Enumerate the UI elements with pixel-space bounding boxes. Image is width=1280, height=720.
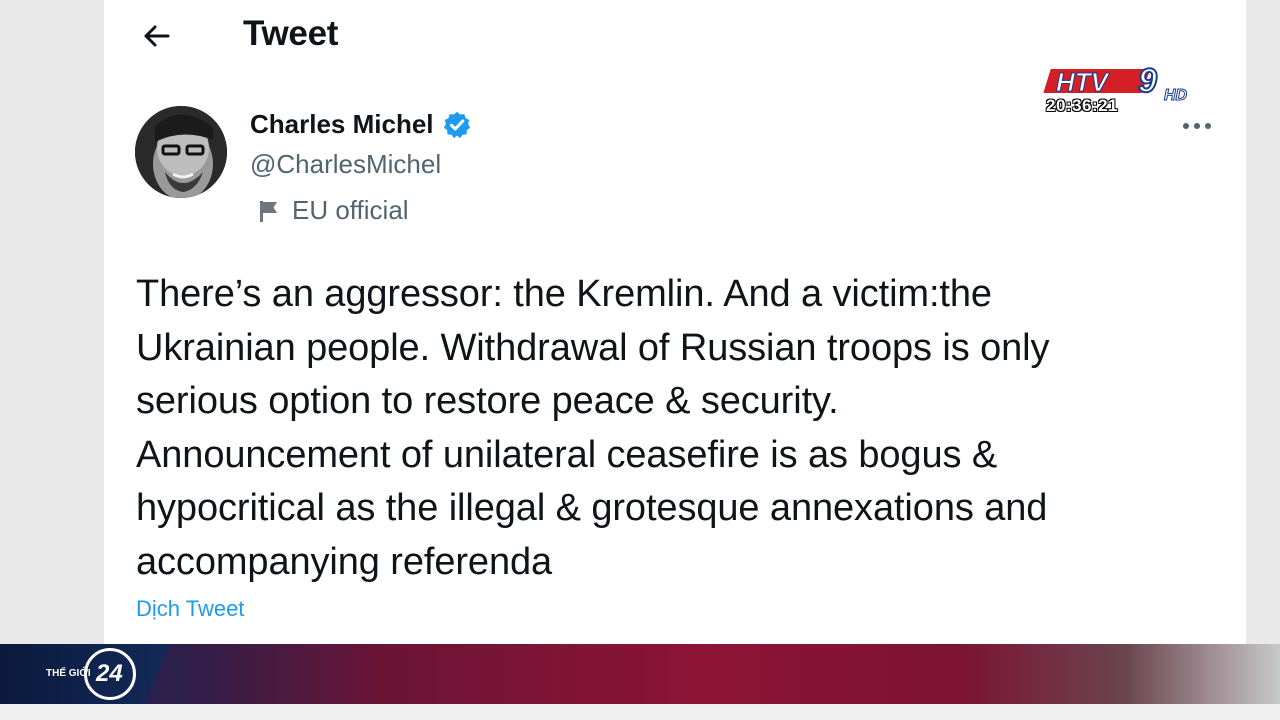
affiliation-text: EU official [292, 195, 409, 225]
author-handle[interactable]: @CharlesMichel [250, 149, 441, 180]
tweet-text: There’s an aggressor: the Kremlin. And a… [136, 273, 1050, 583]
translate-tweet-link[interactable]: Dịch Tweet [136, 596, 244, 622]
back-button[interactable] [136, 16, 176, 56]
author-name[interactable]: Charles Michel [250, 109, 472, 140]
avatar[interactable] [135, 106, 227, 198]
affiliation-label: EU official [258, 195, 409, 226]
more-options-icon [1183, 123, 1211, 129]
verified-badge-icon [443, 111, 470, 138]
page-title: Tweet [243, 14, 339, 53]
flag-icon [260, 200, 277, 222]
svg-text:HD: HD [1164, 87, 1188, 104]
broadcast-clock: 20:36:21 [1046, 96, 1119, 115]
back-arrow-icon [144, 25, 170, 47]
news-ticker-bar [0, 644, 1280, 704]
author-name-text: Charles Michel [250, 109, 434, 139]
svg-text:HTV: HTV [1056, 67, 1111, 97]
svg-text:9: 9 [1138, 62, 1157, 100]
ticker-bottom-strip [0, 704, 1280, 720]
show-number: 24 [96, 660, 123, 687]
